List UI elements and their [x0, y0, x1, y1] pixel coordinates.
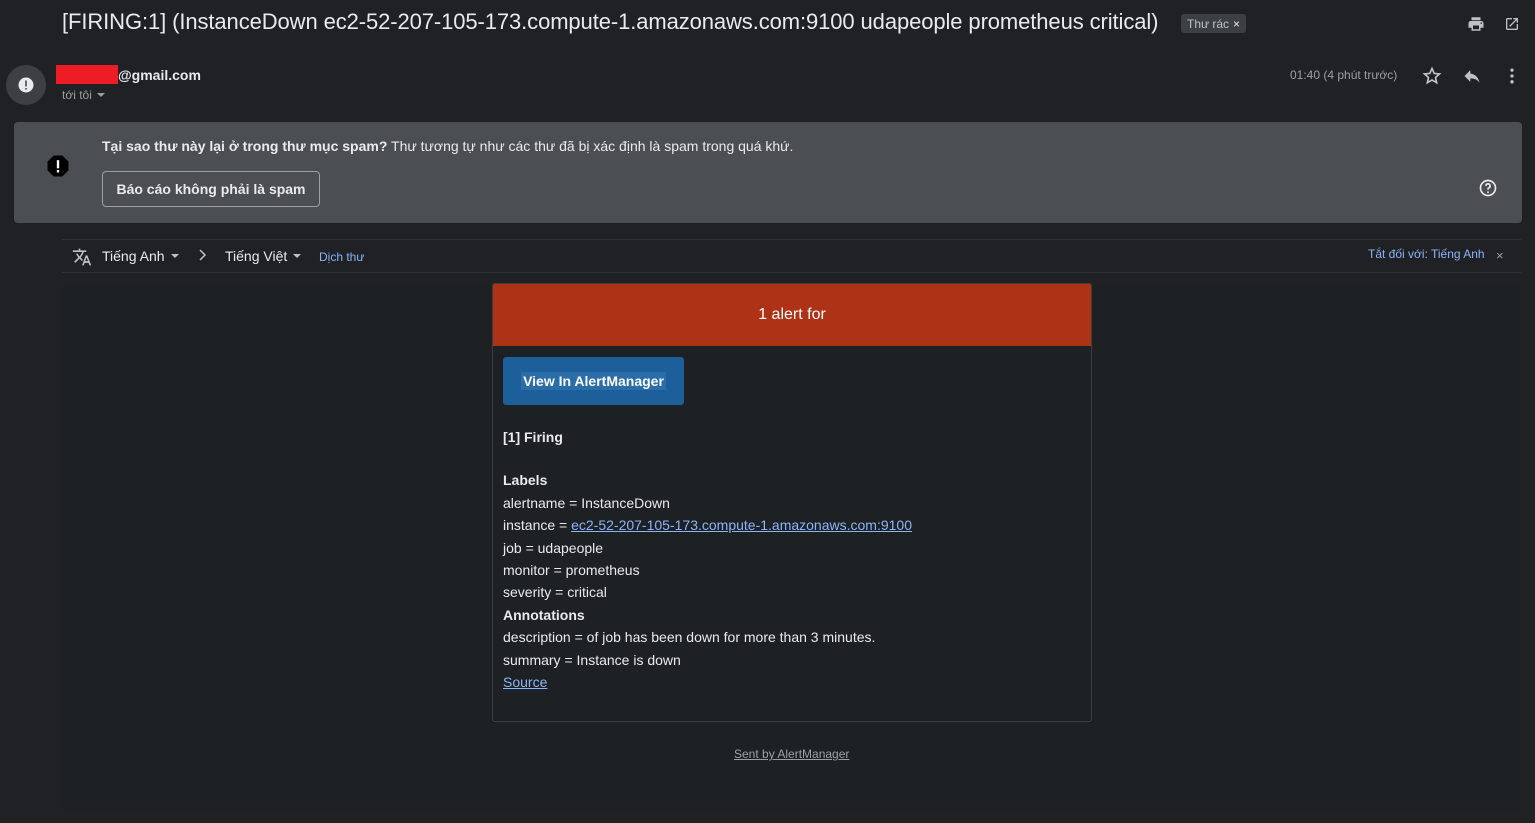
help-icon[interactable] — [1478, 178, 1498, 203]
label-instance: instance = ec2-52-207-105-173.compute-1.… — [503, 514, 912, 536]
more-vertical-icon[interactable] — [1501, 65, 1523, 87]
email-timestamp: 01:40 (4 phút trước) — [1290, 68, 1398, 82]
spam-label-chip[interactable]: Thư rác × — [1181, 14, 1247, 33]
close-translate-bar-icon[interactable]: × — [1496, 248, 1504, 263]
annotation-description: description = of job has been down for m… — [503, 629, 876, 646]
alert-header: 1 alert for — [493, 284, 1091, 346]
label-instance-prefix: instance = — [503, 517, 572, 534]
label-job: job = udapeople — [503, 539, 604, 556]
translate-bar: Tiếng Anh Tiếng Việt Dịch thư Tắt đối vớ… — [62, 239, 1521, 273]
alert-details: [1] Firing Labels alertname = InstanceDo… — [503, 426, 912, 693]
target-language-label: Tiếng Việt — [225, 248, 288, 264]
translate-icon — [72, 247, 92, 272]
spam-warning-banner: Tại sao thư này lại ở trong thư mục spam… — [14, 122, 1522, 223]
label-monitor: monitor = prometheus — [503, 562, 640, 579]
annotations-heading: Annotations — [503, 606, 585, 623]
recipient-label: tới tôi — [62, 88, 92, 102]
label-chip-close-icon[interactable]: × — [1233, 17, 1240, 31]
firing-count: [1] Firing — [503, 429, 563, 445]
redacted-sender-name — [56, 65, 118, 84]
report-not-spam-button[interactable]: Báo cáo không phải là spam — [102, 171, 320, 207]
translate-message-link[interactable]: Dịch thư — [319, 250, 364, 264]
chevron-down-icon — [170, 254, 179, 258]
source-language-dropdown[interactable]: Tiếng Anh — [102, 248, 180, 264]
label-alertname: alertname = InstanceDown — [503, 494, 670, 511]
sender-email[interactable]: @gmail.com — [118, 67, 201, 83]
annotation-summary: summary = Instance is down — [503, 651, 681, 668]
reply-icon[interactable] — [1461, 65, 1483, 87]
source-language-label: Tiếng Anh — [102, 248, 165, 264]
warning-octagon-icon — [44, 152, 72, 185]
spam-explanation: Thư tương tự như các thư đã bị xác định … — [391, 138, 794, 154]
label-severity: severity = critical — [503, 584, 607, 601]
star-icon[interactable] — [1421, 65, 1443, 87]
view-in-alertmanager-label: View In AlertManager — [521, 372, 666, 390]
labels-heading: Labels — [503, 472, 548, 489]
instance-link[interactable]: ec2-52-207-105-173.compute-1.amazonaws.c… — [571, 517, 912, 533]
print-icon[interactable] — [1465, 13, 1487, 35]
email-body: 1 alert for View In AlertManager [1] Fir… — [62, 282, 1521, 810]
email-subject: [FIRING:1] (InstanceDown ec2-52-207-105-… — [62, 9, 1159, 34]
chevron-down-icon — [96, 93, 105, 97]
source-link[interactable]: Source — [503, 674, 547, 690]
spam-question: Tại sao thư này lại ở trong thư mục spam… — [102, 138, 388, 154]
target-language-dropdown[interactable]: Tiếng Việt — [225, 248, 302, 264]
label-chip-text: Thư rác — [1187, 16, 1230, 31]
sent-by-alertmanager-link[interactable]: Sent by AlertManager — [734, 747, 849, 761]
turn-off-translation-link[interactable]: Tắt đối với: Tiếng Anh — [1368, 247, 1485, 261]
alert-avatar-icon — [6, 65, 46, 105]
alert-card: 1 alert for View In AlertManager [1] Fir… — [492, 283, 1092, 722]
chevron-down-icon — [293, 254, 302, 258]
view-in-alertmanager-button[interactable]: View In AlertManager — [503, 357, 684, 405]
open-in-new-window-icon[interactable] — [1501, 13, 1523, 35]
chevron-right-icon — [198, 248, 208, 265]
spam-warning-text: Tại sao thư này lại ở trong thư mục spam… — [102, 138, 793, 154]
recipient-details[interactable]: tới tôi — [62, 88, 106, 102]
